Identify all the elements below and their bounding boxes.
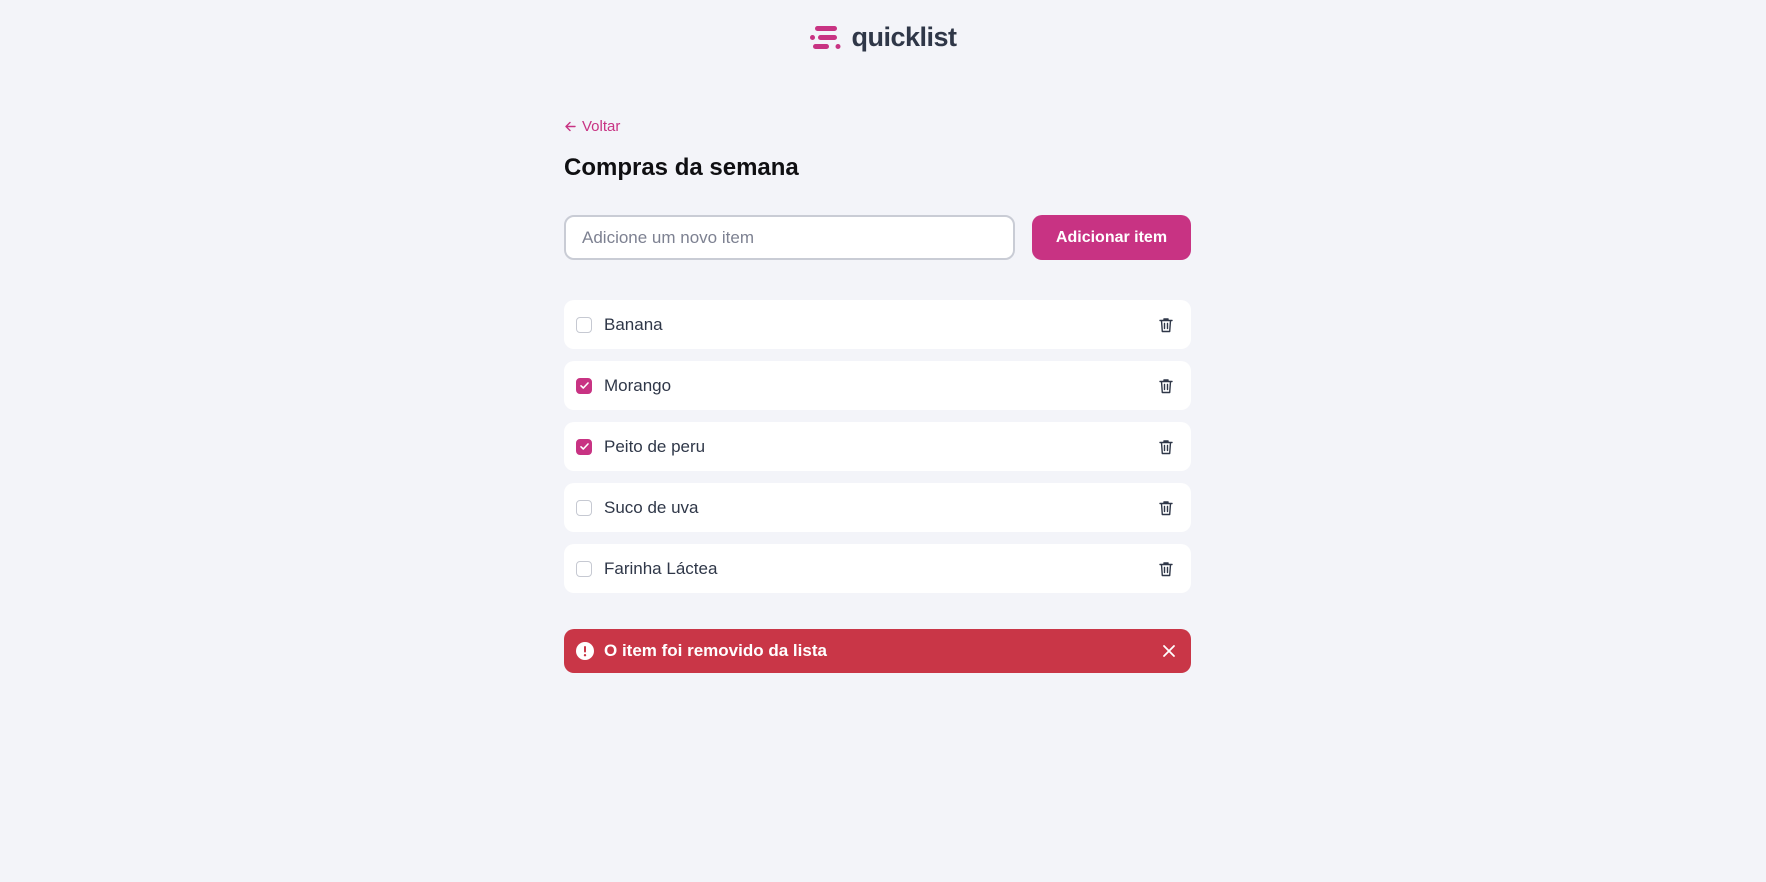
trash-icon[interactable]	[1157, 316, 1175, 334]
app-header: quicklist	[0, 22, 1766, 53]
back-link[interactable]: Voltar	[564, 118, 620, 135]
new-item-input[interactable]	[564, 215, 1015, 260]
list-lines-icon	[810, 25, 841, 49]
trash-icon[interactable]	[1157, 499, 1175, 517]
add-item-form: Adicionar item	[564, 215, 1191, 260]
item-checkbox[interactable]	[576, 377, 592, 394]
back-label: Voltar	[582, 118, 621, 135]
item-checkbox[interactable]	[576, 560, 592, 577]
page-title: Compras da semana	[564, 154, 799, 181]
logo-text: quicklist	[851, 22, 957, 52]
item-label: Suco de uva	[604, 497, 699, 517]
list-item: Suco de uva	[564, 483, 1191, 532]
logo: quicklist	[809, 22, 957, 53]
item-label: Peito de peru	[604, 436, 706, 456]
item-label: Morango	[604, 375, 672, 395]
checkmark-icon	[579, 382, 589, 389]
item-checkbox[interactable]	[576, 438, 592, 455]
add-item-button[interactable]: Adicionar item	[1032, 215, 1191, 260]
item-label: Farinha Láctea	[604, 558, 718, 578]
toast-message: O item foi removido da lista	[604, 641, 827, 660]
checkmark-icon	[579, 443, 589, 450]
list-item: Morango	[564, 361, 1191, 410]
item-list: Banana Morango Peito de peru Suco de uva Far…	[564, 300, 1191, 593]
alert-circle-icon	[576, 642, 594, 660]
arrow-left-icon	[565, 121, 576, 132]
list-item: Banana	[564, 300, 1191, 349]
item-checkbox[interactable]	[576, 316, 592, 333]
close-icon[interactable]	[1161, 643, 1177, 659]
toast-notification: O item foi removido da lista	[564, 629, 1191, 673]
item-label: Banana	[604, 314, 663, 334]
item-checkbox[interactable]	[576, 499, 592, 516]
list-item: Farinha Láctea	[564, 544, 1191, 593]
list-item: Peito de peru	[564, 422, 1191, 471]
trash-icon[interactable]	[1157, 438, 1175, 456]
trash-icon[interactable]	[1157, 377, 1175, 395]
trash-icon[interactable]	[1157, 560, 1175, 578]
main-content: Voltar Compras da semana Adicionar item …	[564, 118, 1191, 673]
